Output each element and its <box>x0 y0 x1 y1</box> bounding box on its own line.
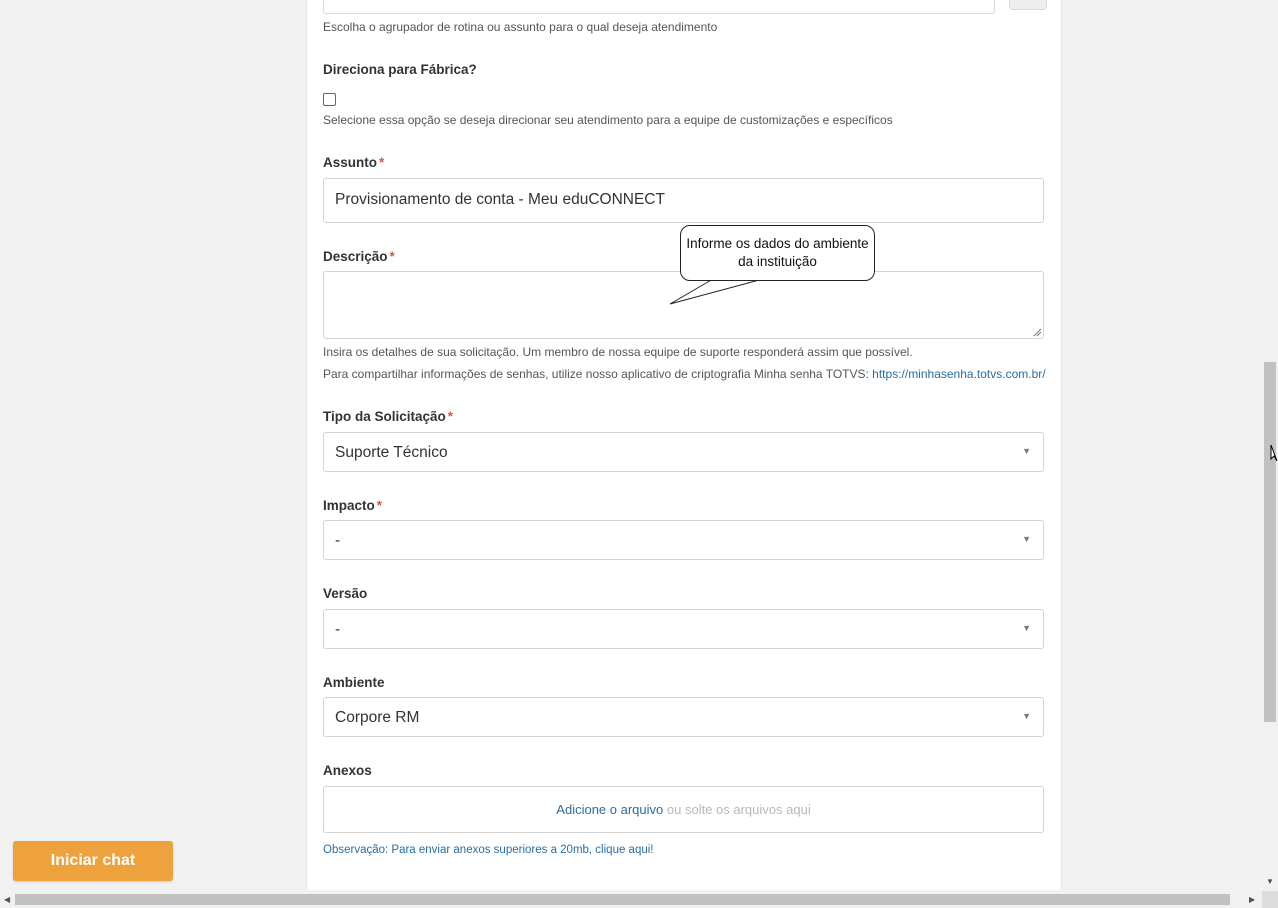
impact-select[interactable]: - ▼ <box>323 520 1044 560</box>
subject-label: Assunto * <box>323 155 384 170</box>
callout-line2: da instituição <box>738 254 817 269</box>
required-mark: * <box>379 155 385 170</box>
resize-handle-icon[interactable] <box>1033 328 1042 337</box>
description-label-text: Descrição <box>323 249 388 264</box>
scroll-left-icon[interactable]: ◀ <box>4 895 10 904</box>
form-panel: Escolha o agrupador de rotina ou assunto… <box>306 0 1062 890</box>
request-type-value: Suporte Técnico <box>335 444 448 461</box>
mouse-cursor-icon <box>1270 444 1278 462</box>
callout-pointer <box>669 278 764 305</box>
request-type-label-text: Tipo da Solicitação <box>323 409 446 424</box>
description-label: Descrição * <box>323 249 395 264</box>
add-file-link[interactable]: Adicione o arquivo <box>556 802 663 817</box>
horizontal-scrollbar[interactable]: ◀ ▶ <box>0 891 1262 908</box>
callout-bubble: Informe os dados do ambiente da institui… <box>680 225 875 281</box>
chevron-down-icon: ▼ <box>1022 711 1031 721</box>
environment-label: Ambiente <box>323 675 385 690</box>
required-mark: * <box>389 249 395 264</box>
scroll-right-icon[interactable]: ▶ <box>1249 895 1255 904</box>
vertical-scroll-thumb[interactable] <box>1264 362 1276 722</box>
impact-value: - <box>335 532 341 549</box>
topic-select[interactable] <box>323 0 995 14</box>
start-chat-button[interactable]: Iniciar chat <box>13 841 173 881</box>
minhasenha-link[interactable]: https://minhasenha.totvs.com.br/ <box>872 367 1045 381</box>
topic-select-button[interactable] <box>1009 0 1047 10</box>
horizontal-scroll-thumb[interactable] <box>15 894 1230 905</box>
environment-select[interactable]: Corpore RM ▼ <box>323 697 1044 737</box>
environment-value: Corpore RM <box>335 709 420 726</box>
factory-hint: Selecione essa opção se deseja direciona… <box>323 113 893 127</box>
description-hint: Insira os detalhes de sua solicitação. U… <box>323 345 913 359</box>
attachments-note-link[interactable]: Observação: Para enviar anexos superiore… <box>323 844 654 856</box>
chevron-down-icon: ▼ <box>1022 534 1031 544</box>
chevron-down-icon: ▼ <box>1022 623 1031 633</box>
subject-label-text: Assunto <box>323 155 377 170</box>
impact-label: Impacto * <box>323 498 382 513</box>
request-type-label: Tipo da Solicitação * <box>323 409 453 424</box>
chevron-down-icon: ▼ <box>1022 446 1031 456</box>
version-value: - <box>335 621 341 638</box>
version-label: Versão <box>323 586 368 601</box>
subject-input[interactable]: Provisionamento de conta - Meu eduCONNEC… <box>323 178 1044 223</box>
callout-line1: Informe os dados do ambiente <box>686 236 869 251</box>
password-hint: Para compartilhar informações de senhas,… <box>323 367 1046 381</box>
required-mark: * <box>376 498 383 513</box>
scroll-down-icon[interactable]: ▼ <box>1266 877 1274 886</box>
impact-label-text: Impacto <box>323 498 375 513</box>
drop-files-text: ou solte os arquivos aqui <box>666 802 811 817</box>
topic-hint: Escolha o agrupador de rotina ou assunto… <box>323 20 718 34</box>
factory-label: Direciona para Fábrica? <box>323 62 477 77</box>
password-hint-text: Para compartilhar informações de senhas,… <box>323 367 873 381</box>
dropzone-text: Adicione o arquivo ou solte os arquivos … <box>324 802 1043 817</box>
subject-value: Provisionamento de conta - Meu eduCONNEC… <box>335 191 665 208</box>
attachments-label: Anexos <box>323 763 372 778</box>
scrollbar-corner <box>1262 891 1278 908</box>
attachment-dropzone[interactable]: Adicione o arquivo ou solte os arquivos … <box>323 786 1044 833</box>
factory-checkbox[interactable] <box>323 93 336 106</box>
version-select[interactable]: - ▼ <box>323 609 1044 649</box>
request-type-select[interactable]: Suporte Técnico ▼ <box>323 432 1044 472</box>
required-mark: * <box>447 409 454 424</box>
